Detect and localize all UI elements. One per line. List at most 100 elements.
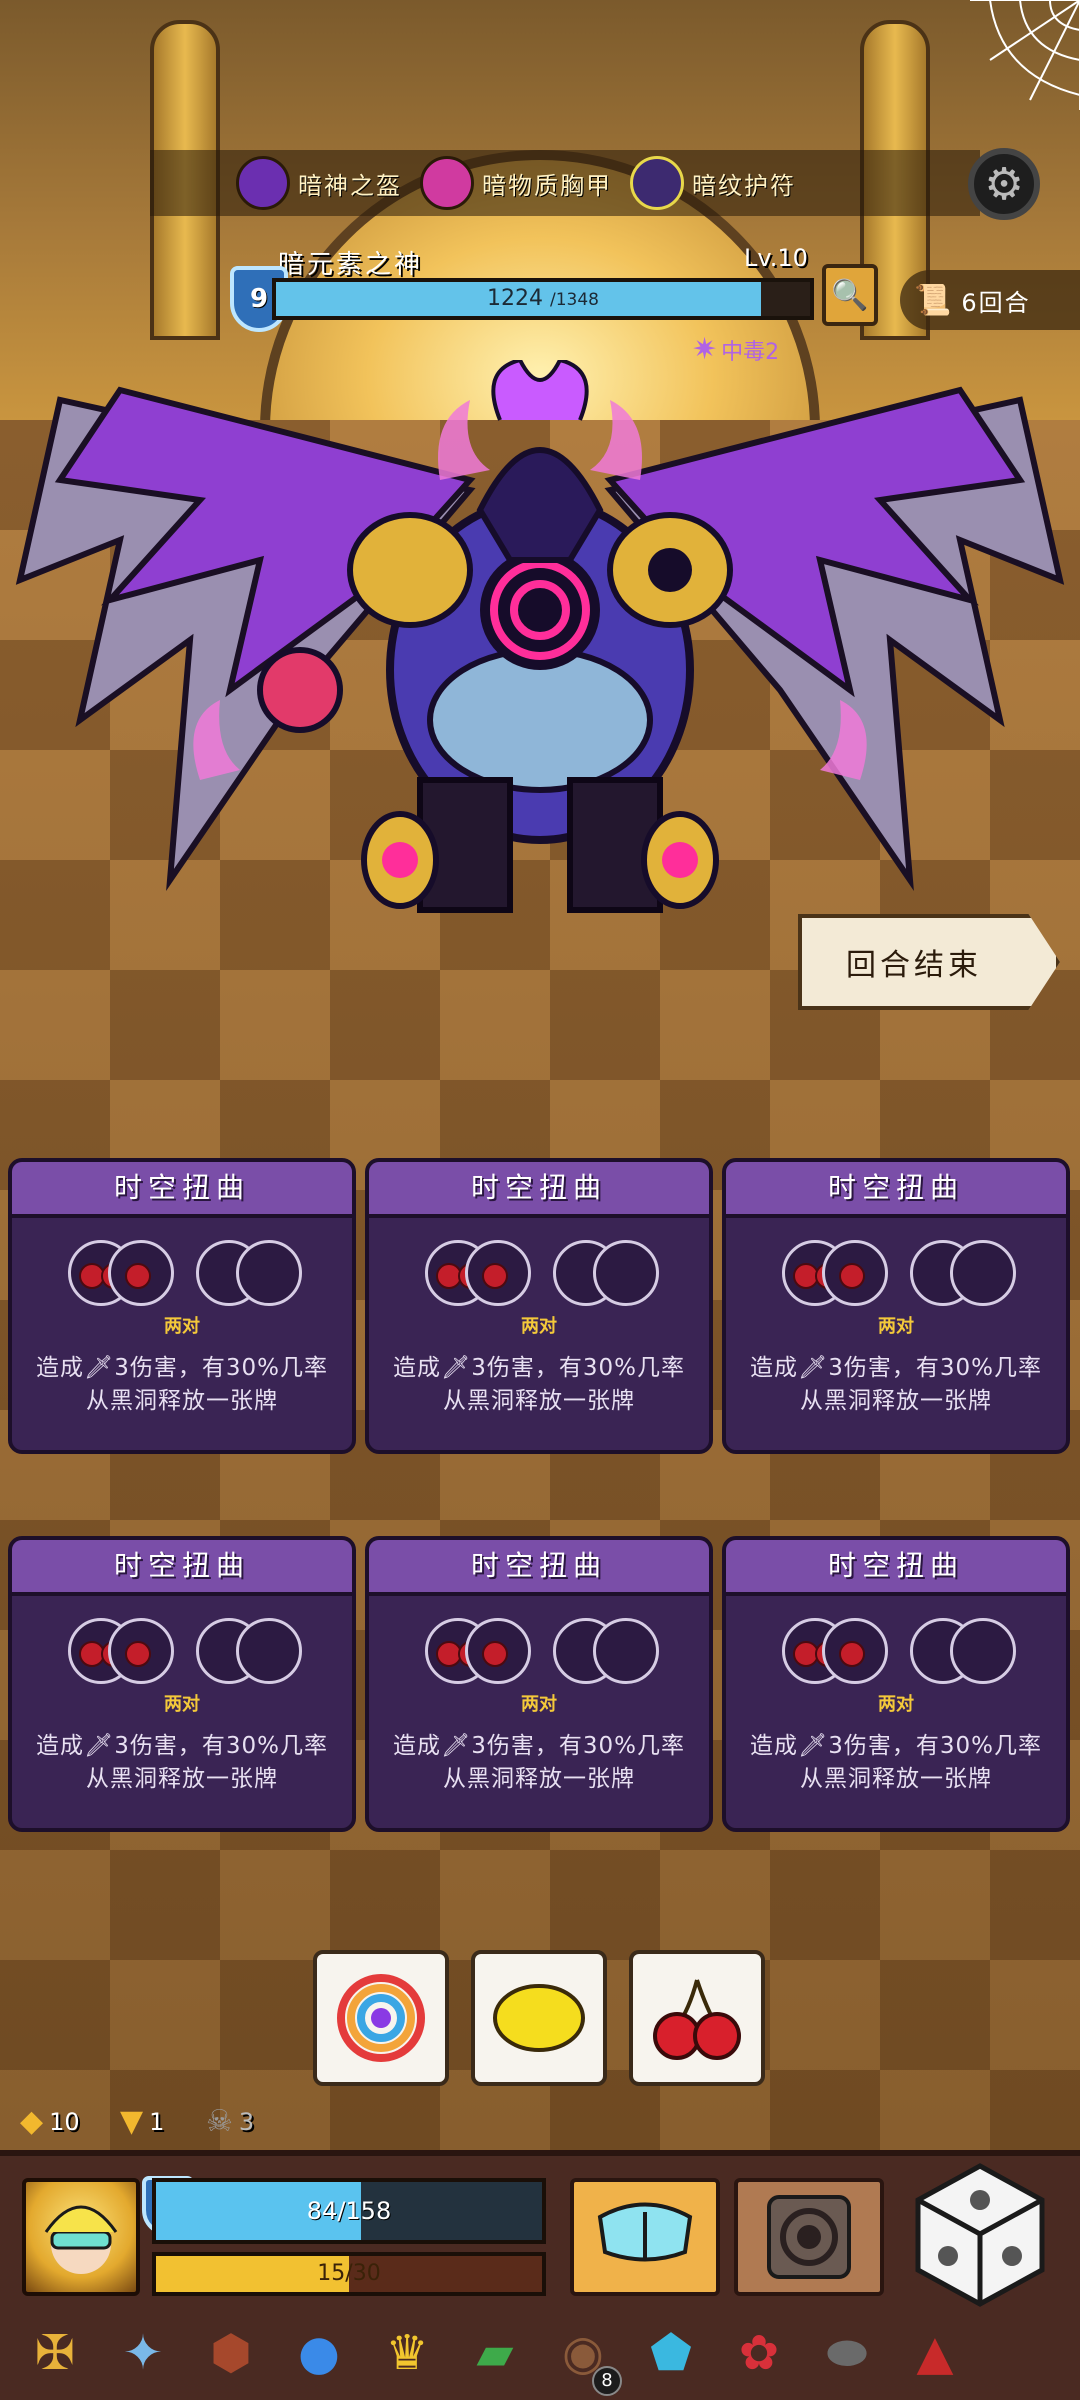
stone-egg-icon[interactable]: ⬬ bbox=[806, 2312, 888, 2394]
card-desc-line: 造成🗡3伤害，有30%几率 bbox=[750, 1733, 1042, 1759]
card-desc-line: 造成🗡3伤害，有30%几率 bbox=[393, 1355, 685, 1381]
goggles-icon bbox=[597, 2202, 693, 2262]
boss-shield-value: 9 bbox=[249, 284, 269, 314]
card-description: 造成🗡3伤害，有30%几率 从黑洞释放一张牌 bbox=[12, 1730, 352, 1796]
equipment-slot-amulet[interactable]: 暗纹护符 bbox=[630, 156, 796, 210]
vortex-icon bbox=[767, 2195, 851, 2279]
turn-counter-text: 6回合 bbox=[961, 288, 1031, 317]
skill-card[interactable]: 时空扭曲 两对 造成🗡3伤害，有30%几率 从黑洞释放一张牌 bbox=[722, 1536, 1070, 1832]
dice-slots bbox=[12, 1596, 352, 1686]
ice-shard-icon[interactable]: ✦ bbox=[102, 2312, 184, 2394]
skill-goggles-button[interactable] bbox=[570, 2178, 720, 2296]
skull-icon: ☠ bbox=[206, 2104, 233, 2139]
equipment-slot-helmet[interactable]: 暗神之盔 bbox=[236, 156, 402, 210]
card-description: 造成🗡3伤害，有30%几率 从黑洞释放一张牌 bbox=[726, 1730, 1066, 1796]
card-requirement: 两对 bbox=[878, 1316, 914, 1337]
boss-dark-element-god[interactable] bbox=[0, 360, 1080, 980]
cherry-icon bbox=[125, 1641, 151, 1667]
blue-potion-icon[interactable]: ● bbox=[278, 2312, 360, 2394]
skill-card[interactable]: 时空扭曲 两对 造成🗡3伤害，有30%几率 从黑洞释放一张牌 bbox=[365, 1158, 713, 1454]
card-requirement: 两对 bbox=[164, 1694, 200, 1715]
rune-stone-icon[interactable]: ⬢ bbox=[190, 2312, 272, 2394]
boss-hp-max: /1348 bbox=[550, 290, 599, 310]
hero-portrait-icon bbox=[44, 2205, 118, 2274]
equipment-bar: 暗神之盔 暗物质胸甲 暗纹护符 bbox=[150, 150, 980, 216]
card-desc-line: 造成🗡3伤害，有30%几率 bbox=[36, 1355, 328, 1381]
inspect-button[interactable]: 🔍 bbox=[822, 264, 878, 326]
turn-counter: 📜 6回合 bbox=[900, 270, 1080, 330]
card-desc-line: 从黑洞释放一张牌 bbox=[443, 1766, 635, 1792]
dice-slots bbox=[369, 1596, 709, 1686]
dice-slots bbox=[726, 1596, 1066, 1686]
card-title: 时空扭曲 bbox=[369, 1162, 709, 1218]
end-turn-button[interactable]: 回合结束 bbox=[798, 914, 1060, 1010]
boss-hp-current: 1224 bbox=[487, 286, 543, 311]
card-title: 时空扭曲 bbox=[726, 1540, 1066, 1596]
cherry-icon bbox=[839, 1641, 865, 1667]
roll-dice-button[interactable] bbox=[910, 2160, 1050, 2310]
card-description: 造成🗡3伤害，有30%几率 从黑洞释放一张牌 bbox=[12, 1352, 352, 1418]
magnifier-icon: 🔍 bbox=[831, 277, 869, 313]
dice-result-lemon[interactable] bbox=[471, 1950, 607, 2086]
blue-crest-icon[interactable]: ⬟ bbox=[630, 2312, 712, 2394]
card-desc-line: 从黑洞释放一张牌 bbox=[800, 1766, 992, 1792]
dice-slot-filled bbox=[822, 1618, 888, 1684]
button-icon[interactable]: ◉ 8 bbox=[542, 2312, 624, 2396]
card-requirement: 两对 bbox=[521, 1316, 557, 1337]
red-flower-icon[interactable]: ✿ bbox=[718, 2312, 800, 2394]
resource-value: 1 bbox=[149, 2107, 165, 2136]
boss-level: Lv.10 bbox=[744, 244, 808, 272]
cherry-icon bbox=[482, 1641, 508, 1667]
equipment-label: 暗纹护符 bbox=[692, 171, 796, 200]
card-desc-line: 造成🗡3伤害，有30%几率 bbox=[393, 1733, 685, 1759]
cobweb-icon bbox=[970, 0, 1080, 110]
cherry-icon bbox=[653, 1979, 741, 2060]
relic-count-badge: 8 bbox=[592, 2366, 622, 2396]
card-desc-line: 从黑洞释放一张牌 bbox=[86, 1766, 278, 1792]
card-requirement: 两对 bbox=[521, 1694, 557, 1715]
card-description: 造成🗡3伤害，有30%几率 从黑洞释放一张牌 bbox=[726, 1352, 1066, 1418]
dice-slots bbox=[369, 1218, 709, 1308]
dice-result-cherry[interactable] bbox=[629, 1950, 765, 2086]
scroll-icon: 📜 bbox=[914, 282, 952, 318]
skill-vortex-button[interactable] bbox=[734, 2178, 884, 2296]
dice-slot-empty bbox=[950, 1240, 1016, 1306]
dice-slot-filled bbox=[465, 1240, 531, 1306]
demon-helmet-icon bbox=[236, 156, 290, 210]
dice-slots bbox=[726, 1218, 1066, 1308]
cherry-icon bbox=[839, 1263, 865, 1289]
resource-value: 10 bbox=[49, 2107, 80, 2136]
card-title: 时空扭曲 bbox=[369, 1540, 709, 1596]
skill-card[interactable]: 时空扭曲 两对 造成🗡3伤害，有30%几率 从黑洞释放一张牌 bbox=[8, 1536, 356, 1832]
dice-result-rainbow[interactable] bbox=[313, 1950, 449, 2086]
card-description: 造成🗡3伤害，有30%几率 从黑洞释放一张牌 bbox=[369, 1730, 709, 1796]
skill-card[interactable]: 时空扭曲 两对 造成🗡3伤害，有30%几率 从黑洞释放一张牌 bbox=[722, 1158, 1070, 1454]
resource-rune: ▼ 1 bbox=[120, 2104, 164, 2139]
card-desc-line: 造成🗡3伤害，有30%几率 bbox=[750, 1355, 1042, 1381]
boss-hp-bar: 1224 /1348 bbox=[272, 278, 814, 320]
resource-skull: ☠ 3 bbox=[206, 2104, 254, 2139]
rainbow-swirl-icon bbox=[337, 1974, 425, 2062]
dice-slot-filled bbox=[822, 1240, 888, 1306]
equipment-slot-armor[interactable]: 暗物质胸甲 bbox=[420, 156, 612, 210]
jade-tablet-icon[interactable]: ▰ bbox=[454, 2312, 536, 2394]
settings-gear-icon[interactable]: ⚙ bbox=[968, 148, 1040, 220]
crown-icon[interactable]: ♛ bbox=[366, 2312, 448, 2394]
card-title: 时空扭曲 bbox=[12, 1540, 352, 1596]
dice-slot-empty bbox=[236, 1240, 302, 1306]
card-title: 时空扭曲 bbox=[726, 1162, 1066, 1218]
player-avatar[interactable] bbox=[22, 2178, 140, 2296]
rune-amulet-icon bbox=[630, 156, 684, 210]
red-hat-icon[interactable]: ▲ bbox=[894, 2312, 976, 2394]
skill-card[interactable]: 时空扭曲 两对 造成🗡3伤害，有30%几率 从黑洞释放一张牌 bbox=[8, 1158, 356, 1454]
dark-armor-icon bbox=[420, 156, 474, 210]
skill-card[interactable]: 时空扭曲 两对 造成🗡3伤害，有30%几率 从黑洞释放一张牌 bbox=[365, 1536, 713, 1832]
card-desc-line: 从黑洞释放一张牌 bbox=[86, 1388, 278, 1414]
player-xp-bar: 15/30 bbox=[152, 2252, 546, 2296]
equipment-label: 暗物质胸甲 bbox=[482, 171, 612, 200]
card-requirement: 两对 bbox=[164, 1316, 200, 1337]
equipment-label: 暗神之盔 bbox=[298, 171, 402, 200]
card-desc-line: 从黑洞释放一张牌 bbox=[443, 1388, 635, 1414]
rune-token-icon: ▼ bbox=[120, 2104, 144, 2139]
golden-cross-icon[interactable]: ✠ bbox=[14, 2312, 96, 2394]
